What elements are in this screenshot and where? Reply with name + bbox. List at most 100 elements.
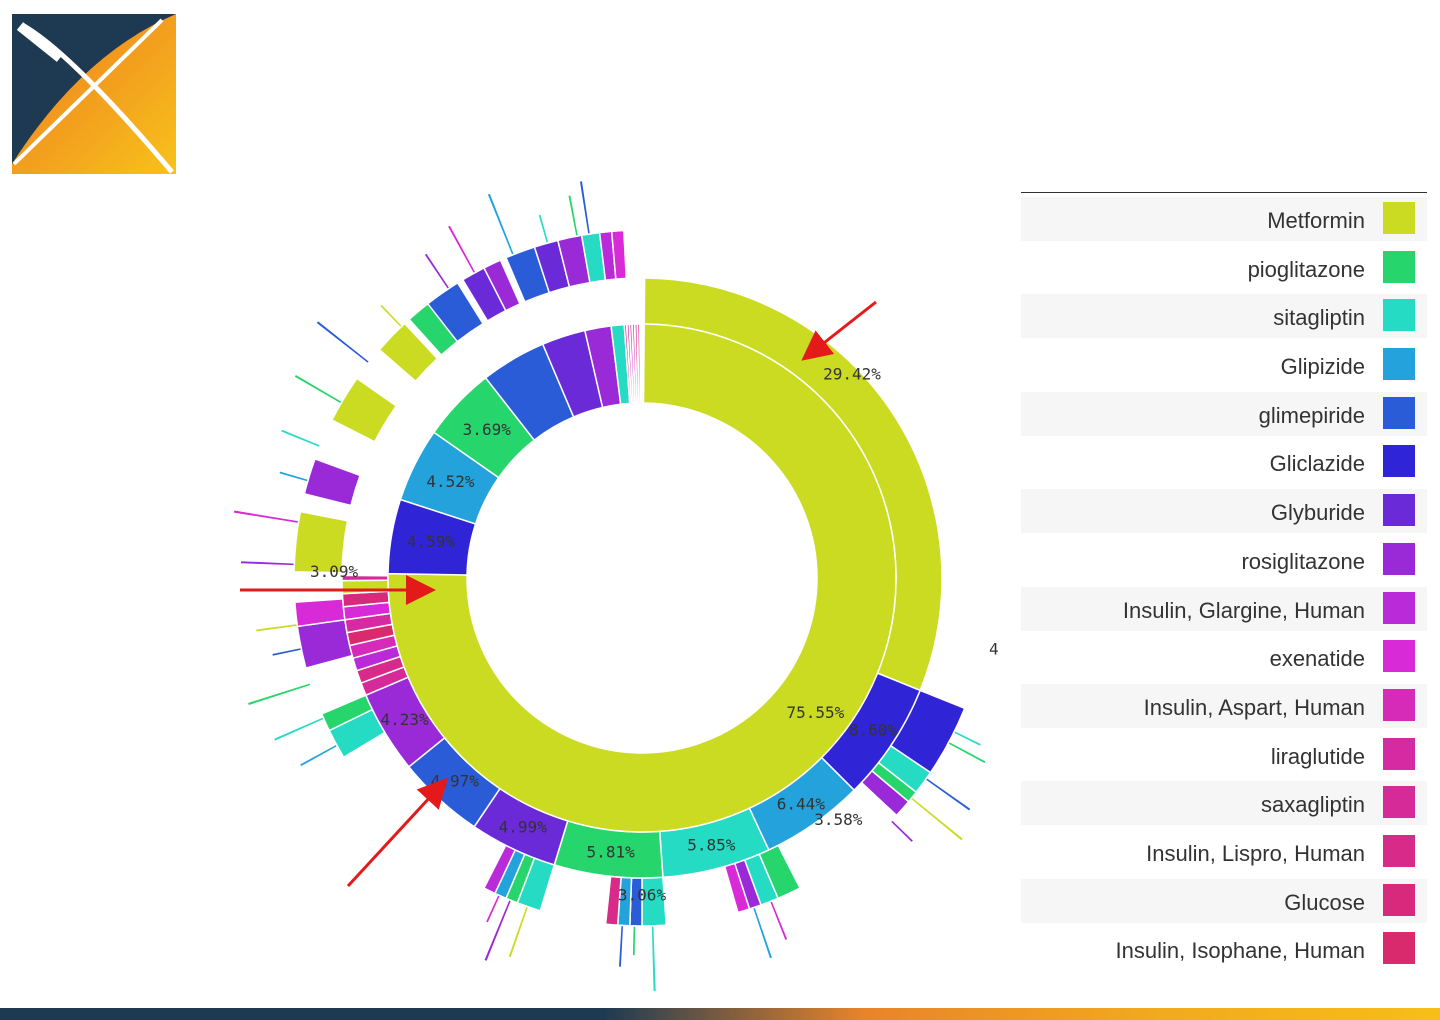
sliver	[239, 559, 296, 567]
sliver	[768, 899, 790, 942]
legend-swatch	[1383, 396, 1415, 429]
sliver	[631, 925, 637, 957]
sliver	[566, 193, 580, 238]
legend-label: Glucose	[1284, 889, 1365, 915]
sunburst-chart: 75.55%29.42%8.60%6.44%5.85%5.81%4.99%4.9…	[232, 179, 1000, 993]
sliver	[232, 508, 300, 525]
label-2942: 29.42%	[823, 365, 881, 384]
label-499: 4.99%	[499, 818, 548, 837]
label-inner-452: 4.52%	[426, 472, 475, 491]
annotation-arrow-3	[346, 777, 449, 888]
label-inner-369: 3.69%	[463, 420, 512, 439]
legend-label: liraglutide	[1270, 743, 1365, 769]
sliver	[909, 795, 965, 843]
sliver	[484, 893, 502, 925]
sliver	[279, 427, 322, 449]
sliver	[482, 898, 513, 963]
sliver	[924, 776, 973, 813]
legend-label: glimepiride	[1258, 402, 1365, 428]
sliver	[485, 191, 516, 257]
legend-swatch	[1383, 348, 1415, 381]
sliver	[952, 729, 983, 748]
legend-swatch	[1383, 250, 1415, 283]
label-585: 5.85%	[687, 836, 736, 855]
footer-bar	[0, 1008, 1440, 1020]
legend-swatch	[1383, 299, 1415, 332]
legend-item[interactable]: pioglitazone	[1021, 245, 1427, 290]
legend-label: sitagliptin	[1273, 305, 1365, 331]
segment-minor	[341, 579, 390, 595]
sliver	[298, 743, 339, 769]
legend-swatch	[1383, 640, 1415, 673]
legend-item[interactable]: glimepiride	[1021, 391, 1427, 436]
legend-label: pioglitazone	[1247, 256, 1365, 282]
sliver	[536, 212, 550, 245]
legend-label: saxagliptin	[1261, 792, 1365, 818]
legend-item[interactable]: Insulin, Isophane, Human	[1021, 927, 1427, 972]
legend-label: Glyburide	[1270, 500, 1365, 526]
legend-label: Insulin, Glargine, Human	[1122, 597, 1365, 623]
legend-item[interactable]: Insulin, Glargine, Human	[1021, 586, 1427, 631]
legend-swatch	[1383, 688, 1415, 721]
legend-label: exenatide	[1269, 646, 1365, 672]
legend-item[interactable]: liraglutide	[1021, 732, 1427, 777]
label-outer-306: 3.06%	[618, 886, 667, 905]
label-outer-497: 4.97%	[989, 640, 1000, 659]
legend-swatch	[1383, 202, 1415, 234]
legend-swatch	[1383, 932, 1415, 965]
legend-item[interactable]: Glyburide	[1021, 489, 1427, 534]
legend-swatch	[1383, 445, 1415, 478]
sliver	[578, 179, 592, 236]
sliver	[422, 251, 451, 291]
legend-label: rosiglitazone	[1241, 548, 1365, 574]
label-outer-358: 3.58%	[814, 810, 863, 829]
label-423: 4.23%	[380, 710, 429, 729]
sliver	[272, 715, 326, 743]
label-inner-metformin: 75.55%	[786, 703, 844, 722]
sliver	[246, 681, 312, 707]
inner-ring-segments	[387, 323, 897, 833]
label-860: 8.60%	[849, 720, 898, 739]
legend-swatch	[1383, 542, 1415, 575]
legend-item[interactable]: Insulin, Aspart, Human	[1021, 683, 1427, 728]
legend-item[interactable]: Glipizide	[1021, 343, 1427, 388]
outer-segment-18	[296, 618, 354, 669]
legend-label: Insulin, Isophane, Human	[1115, 938, 1366, 964]
label-outer-309: 3.09%	[310, 562, 359, 581]
legend-item[interactable]: rosiglitazone	[1021, 537, 1427, 582]
outer-segment-22	[330, 377, 398, 443]
legend-item[interactable]: Glucose	[1021, 878, 1427, 923]
legend-swatch	[1383, 737, 1415, 770]
label-581: 5.81%	[587, 843, 636, 862]
legend-label: Gliclazide	[1269, 451, 1365, 477]
legend-swatch	[1383, 494, 1415, 527]
legend-item[interactable]: sitagliptin	[1021, 294, 1427, 339]
legend-item[interactable]: saxagliptin	[1021, 781, 1427, 826]
legend-item[interactable]: Metformin	[1021, 197, 1427, 241]
sliver	[270, 646, 303, 658]
legend-swatch	[1383, 883, 1415, 916]
sliver	[751, 906, 774, 961]
sliver	[254, 622, 299, 634]
legend-label: Glipizide	[1280, 354, 1365, 380]
sliver	[277, 469, 310, 484]
sliver	[378, 302, 404, 329]
legend-item[interactable]: Gliclazide	[1021, 440, 1427, 485]
legend-swatch	[1383, 834, 1415, 867]
legend: Metformin pioglitazone sitagliptin Glipizid…	[1021, 192, 1427, 976]
sliver	[506, 905, 530, 960]
legend-label: Insulin, Aspart, Human	[1143, 694, 1365, 720]
legend-label: Insulin, Lispro, Human	[1146, 840, 1365, 866]
outer-segment-21	[303, 458, 362, 507]
legend-swatch	[1383, 591, 1415, 624]
sliver	[314, 319, 371, 365]
label-inner-459: 4.59%	[407, 532, 456, 551]
annotation-arrow-1	[801, 300, 877, 361]
sliver	[617, 924, 625, 969]
legend-item[interactable]: Insulin, Lispro, Human	[1021, 829, 1427, 874]
legend-item[interactable]: exenatide	[1021, 635, 1427, 680]
sliver	[889, 818, 915, 845]
inner-sliver	[636, 323, 642, 404]
sliver	[650, 925, 658, 993]
legend-swatch	[1383, 786, 1415, 819]
